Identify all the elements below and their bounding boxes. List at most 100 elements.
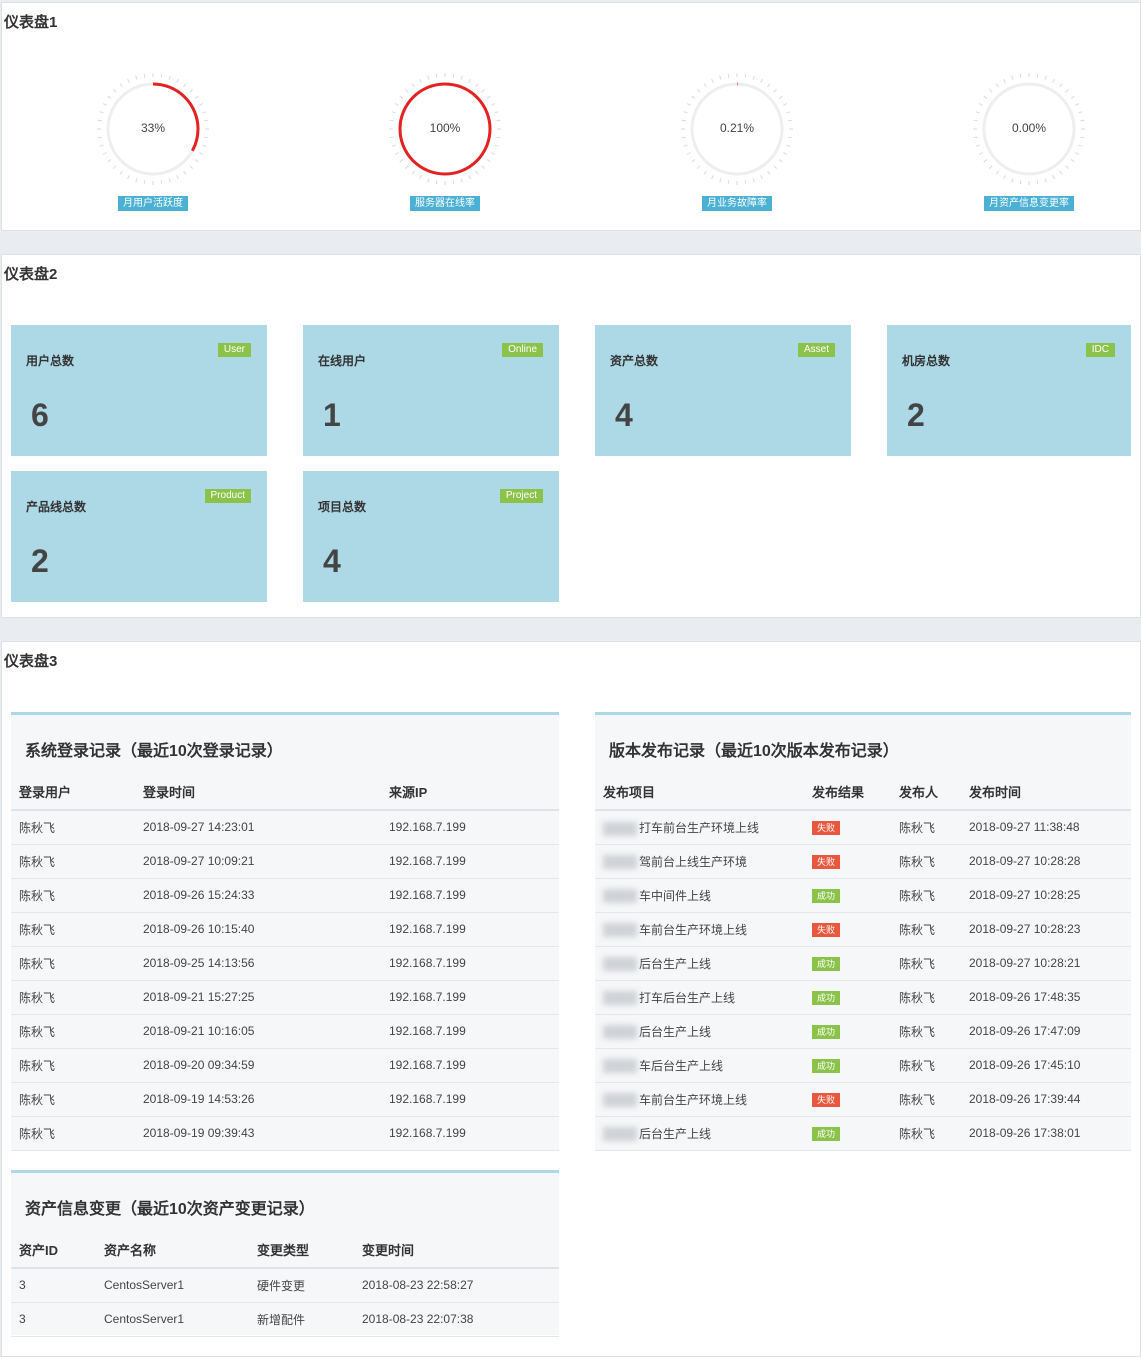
gauge-tick <box>468 78 471 83</box>
redacted-blur <box>603 957 637 972</box>
redacted-blur <box>603 821 637 836</box>
status-badge: 成功 <box>812 1058 841 1073</box>
gauge-tick <box>697 165 701 169</box>
gauge-tick <box>1065 165 1069 169</box>
login-time-cell: 2018-09-21 10:16:05 <box>135 1014 381 1049</box>
redacted-blur <box>603 991 637 1006</box>
project-cell: 车中间件上线 <box>595 878 804 913</box>
gauge-tick <box>995 83 999 88</box>
project-cell: 驾前台上线生产环境 <box>595 844 804 879</box>
gauge-value: 33% <box>140 121 166 135</box>
gauge-tick <box>1059 170 1063 175</box>
gauge-tick <box>1080 136 1085 139</box>
source-ip-cell: 192.168.7.199 <box>381 1048 559 1083</box>
gauge-tick <box>399 95 404 99</box>
stat-card-products[interactable]: 产品线总数 Product 2 <box>11 471 267 602</box>
stat-card-users[interactable]: 用户总数 User 6 <box>11 325 267 456</box>
gauge-tick <box>435 73 438 78</box>
gauge-label: 月资产信息变更率 <box>984 196 1074 211</box>
card-title: 用户总数 <box>26 354 75 368</box>
gauge-tick <box>767 170 771 175</box>
table-row: 陈秋飞 2018-09-19 09:39:43 192.168.7.199 <box>11 1116 559 1151</box>
gauge-tick <box>194 159 199 163</box>
release-time-cell: 2018-09-27 10:28:21 <box>961 946 1131 981</box>
release-time-cell: 2018-09-27 10:28:23 <box>961 912 1131 947</box>
table-row: 后台生产上线 成功 陈秋飞 2018-09-26 17:38:01 <box>595 1116 1131 1151</box>
card-badge: Project <box>499 489 543 503</box>
gauge-tick <box>435 180 438 185</box>
change-time-cell: 2018-08-23 22:58:27 <box>354 1268 559 1303</box>
gauge-tick <box>691 159 696 163</box>
table-row: 陈秋飞 2018-09-27 10:09:21 192.168.7.199 <box>11 844 559 879</box>
panel-title: 仪表盘3 <box>4 653 58 670</box>
login-user-cell: 陈秋飞 <box>11 1048 135 1083</box>
table-row: 陈秋飞 2018-09-21 10:16:05 192.168.7.199 <box>11 1014 559 1049</box>
table-row: 陈秋飞 2018-09-20 09:34:59 192.168.7.199 <box>11 1048 559 1083</box>
column-header: 资产名称 <box>96 1232 249 1269</box>
gauge-tick <box>486 159 491 163</box>
gauge-tick <box>419 78 422 83</box>
redacted-blur <box>603 923 637 938</box>
card-value: 4 <box>323 543 341 579</box>
project-name: 车前台生产环境上线 <box>639 922 748 937</box>
gauge-value: 0.21% <box>719 121 755 135</box>
column-header: 资产ID <box>11 1232 96 1269</box>
table-row: 后台生产上线 成功 陈秋飞 2018-09-27 10:28:21 <box>595 946 1131 981</box>
login-time-cell: 2018-09-27 14:23:01 <box>135 810 381 845</box>
gauge-tick <box>127 175 130 180</box>
gauge-tick <box>102 152 107 155</box>
login-table: 登录用户 登录时间 来源IP 陈秋飞 2018-09-27 14:23:01 192… <box>11 774 559 1151</box>
gauge-tick <box>491 103 496 106</box>
column-header: 变更类型 <box>249 1232 354 1269</box>
stat-card-online[interactable]: 在线用户 Online 1 <box>303 325 559 456</box>
stat-card-idc[interactable]: 机房总数 IDC 2 <box>887 325 1131 456</box>
gauge-tick <box>481 165 485 169</box>
gauge-tick <box>760 175 763 180</box>
stat-card-assets[interactable]: 资产总数 Asset 4 <box>595 325 851 456</box>
release-time-cell: 2018-09-26 17:38:01 <box>961 1116 1131 1151</box>
status-badge: 成功 <box>812 888 841 903</box>
gauge-tick <box>973 136 978 139</box>
login-user-cell: 陈秋飞 <box>11 1014 135 1049</box>
gauge-tick <box>783 152 788 155</box>
column-header: 发布项目 <box>595 774 804 811</box>
table-row: 3 CentosServer1 硬件变更 2018-08-23 22:58:27 <box>11 1268 559 1303</box>
result-cell: 失败 <box>804 844 891 879</box>
result-cell: 失败 <box>804 1082 891 1117</box>
source-ip-cell: 192.168.7.199 <box>381 878 559 913</box>
table-row: 陈秋飞 2018-09-19 14:53:26 192.168.7.199 <box>11 1082 559 1117</box>
gauge-tick <box>1036 180 1039 185</box>
gauge-tick <box>752 75 755 80</box>
gauge-tick <box>719 178 722 183</box>
table-row: 打车前台生产环境上线 失败 陈秋飞 2018-09-27 11:38:48 <box>595 810 1131 845</box>
table-row: 陈秋飞 2018-09-27 14:23:01 192.168.7.199 <box>11 810 559 845</box>
status-badge: 成功 <box>812 1126 841 1141</box>
login-time-cell: 2018-09-26 15:24:33 <box>135 878 381 913</box>
change-type-cell: 新增配件 <box>249 1302 354 1337</box>
gauge-tick <box>1044 178 1047 183</box>
gauge-tick <box>452 73 455 78</box>
gauge-tick <box>975 144 980 147</box>
gauge-tick <box>107 159 112 163</box>
stat-card-projects[interactable]: 项目总数 Project 4 <box>303 471 559 602</box>
gauge-tick <box>491 152 496 155</box>
gauge-tick <box>419 175 422 180</box>
gauge-tick <box>727 180 730 185</box>
gauge-tick <box>199 103 204 106</box>
table-row: 车前台生产环境上线 失败 陈秋飞 2018-09-26 17:39:44 <box>595 1082 1131 1117</box>
gauge-label: 服务器在线率 <box>410 196 480 211</box>
release-time-cell: 2018-09-26 17:45:10 <box>961 1048 1131 1083</box>
gauge-tick <box>194 95 199 99</box>
gauge-tick <box>127 78 130 83</box>
gauge-tick <box>975 111 980 114</box>
card-badge: Online <box>502 343 543 357</box>
gauge-tick <box>143 73 146 78</box>
status-badge: 成功 <box>812 956 841 971</box>
gauge-tick <box>399 159 404 163</box>
result-cell: 成功 <box>804 1048 891 1083</box>
result-cell: 失败 <box>804 912 891 947</box>
gauge-tick <box>189 165 193 169</box>
release-time-cell: 2018-09-27 10:28:28 <box>961 844 1131 879</box>
gauge-tick <box>1075 103 1080 106</box>
table-row: 车前台生产环境上线 失败 陈秋飞 2018-09-27 10:28:23 <box>595 912 1131 947</box>
